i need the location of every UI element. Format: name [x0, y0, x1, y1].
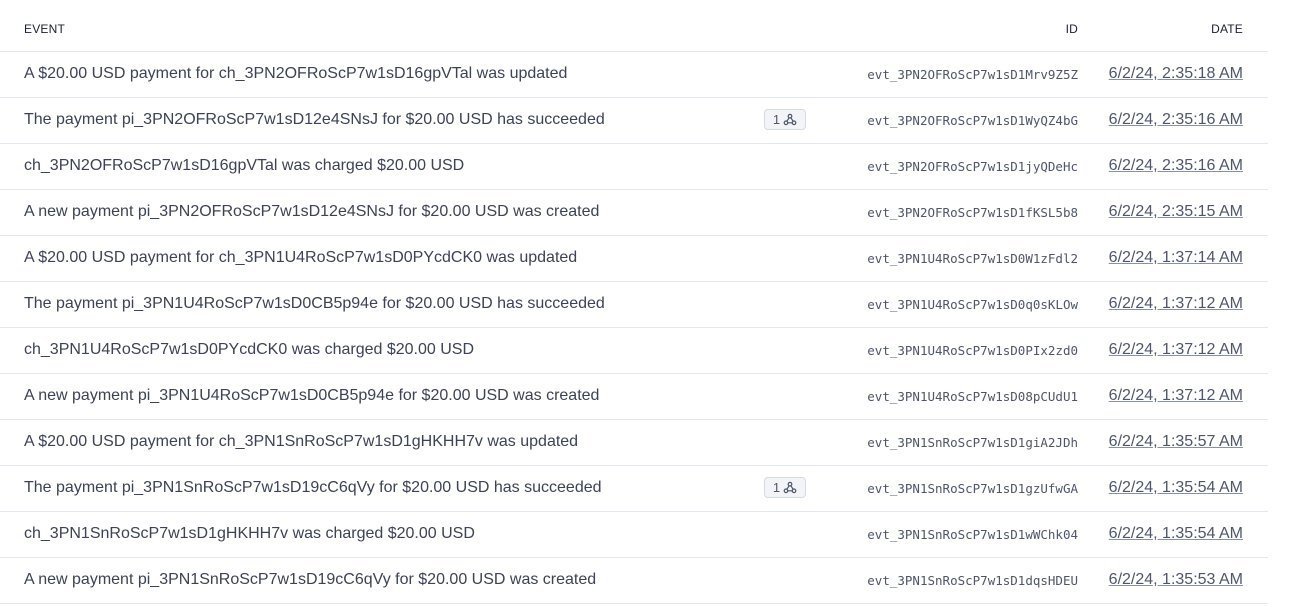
- webhook-badge[interactable]: 1: [764, 109, 806, 130]
- event-description: ch_3PN2OFRoScP7w1sD16gpVTal was charged …: [24, 157, 465, 174]
- table-row[interactable]: A new payment pi_3PN2OFRoScP7w1sD12e4SNs…: [0, 190, 1268, 236]
- event-description: The payment pi_3PN2OFRoScP7w1sD12e4SNsJ …: [24, 111, 605, 128]
- table-row[interactable]: The payment pi_3PN2OFRoScP7w1sD12e4SNsJ …: [0, 98, 1268, 144]
- event-id: evt_3PN1U4RoScP7w1sD08pCUdU1: [867, 389, 1078, 404]
- event-date-link[interactable]: 6/2/24, 1:37:12 AM: [1109, 295, 1243, 313]
- event-description: ch_3PN1SnRoScP7w1sD1gHKHH7v was charged …: [24, 525, 475, 542]
- table-row[interactable]: ch_3PN2OFRoScP7w1sD16gpVTal was charged …: [0, 144, 1268, 190]
- event-id: evt_3PN1U4RoScP7w1sD0q0sKLOw: [867, 297, 1078, 312]
- event-description: The payment pi_3PN1SnRoScP7w1sD19cC6qVy …: [24, 479, 602, 496]
- table-row[interactable]: A $20.00 USD payment for ch_3PN1SnRoScP7…: [0, 420, 1268, 466]
- event-date-link[interactable]: 6/2/24, 1:35:54 AM: [1109, 525, 1243, 543]
- table-row[interactable]: A $20.00 USD payment for ch_3PN2OFRoScP7…: [0, 52, 1268, 98]
- event-description: A $20.00 USD payment for ch_3PN1SnRoScP7…: [24, 433, 579, 450]
- event-id: evt_3PN2OFRoScP7w1sD1WyQZ4bG: [867, 113, 1078, 128]
- event-date-link[interactable]: 6/2/24, 1:37:12 AM: [1109, 341, 1243, 359]
- event-id: evt_3PN2OFRoScP7w1sD1jyQDeHc: [867, 159, 1078, 174]
- event-description: The payment pi_3PN1U4RoScP7w1sD0CB5p94e …: [24, 295, 605, 312]
- column-header-date[interactable]: DATE: [1211, 22, 1243, 36]
- column-header-event[interactable]: EVENT: [24, 22, 65, 36]
- event-id: evt_3PN1U4RoScP7w1sD0PIx2zd0: [867, 343, 1078, 358]
- event-date-link[interactable]: 6/2/24, 2:35:16 AM: [1109, 111, 1243, 129]
- event-id: evt_3PN1SnRoScP7w1sD1gzUfwGA: [867, 481, 1078, 496]
- webhook-badge[interactable]: 1: [764, 477, 806, 498]
- event-id: evt_3PN1SnRoScP7w1sD1wWChk04: [867, 527, 1078, 542]
- table-row[interactable]: ch_3PN1U4RoScP7w1sD0PYcdCK0 was charged …: [0, 328, 1268, 374]
- table-row[interactable]: A $20.00 USD payment for ch_3PN1U4RoScP7…: [0, 236, 1268, 282]
- webhook-icon: [783, 481, 797, 494]
- event-id: evt_3PN1U4RoScP7w1sD0W1zFdl2: [867, 251, 1078, 266]
- table-row[interactable]: The payment pi_3PN1U4RoScP7w1sD0CB5p94e …: [0, 282, 1268, 328]
- event-description: A new payment pi_3PN2OFRoScP7w1sD12e4SNs…: [24, 203, 600, 220]
- webhook-count: 1: [772, 112, 781, 127]
- table-row[interactable]: A new payment pi_3PN1U4RoScP7w1sD0CB5p94…: [0, 374, 1268, 420]
- webhook-count: 1: [772, 480, 781, 495]
- table-row[interactable]: ch_3PN1SnRoScP7w1sD1gHKHH7v was charged …: [0, 512, 1268, 558]
- event-date-link[interactable]: 6/2/24, 2:35:18 AM: [1109, 65, 1243, 83]
- event-id: evt_3PN2OFRoScP7w1sD1fKSL5b8: [867, 205, 1078, 220]
- column-header-id[interactable]: ID: [1066, 22, 1078, 36]
- event-date-link[interactable]: 6/2/24, 1:35:54 AM: [1109, 479, 1243, 497]
- event-date-link[interactable]: 6/2/24, 2:35:15 AM: [1109, 203, 1243, 221]
- event-description: ch_3PN1U4RoScP7w1sD0PYcdCK0 was charged …: [24, 341, 475, 358]
- event-description: A new payment pi_3PN1U4RoScP7w1sD0CB5p94…: [24, 387, 600, 404]
- table-row[interactable]: The payment pi_3PN1SnRoScP7w1sD19cC6qVy …: [0, 466, 1268, 512]
- table-body: A $20.00 USD payment for ch_3PN2OFRoScP7…: [0, 52, 1268, 604]
- event-description: A $20.00 USD payment for ch_3PN2OFRoScP7…: [24, 65, 568, 82]
- event-date-link[interactable]: 6/2/24, 1:37:14 AM: [1109, 249, 1243, 267]
- event-date-link[interactable]: 6/2/24, 2:35:16 AM: [1109, 157, 1243, 175]
- event-id: evt_3PN2OFRoScP7w1sD1Mrv9Z5Z: [867, 67, 1078, 82]
- event-description: A $20.00 USD payment for ch_3PN1U4RoScP7…: [24, 249, 578, 266]
- table-row[interactable]: A new payment pi_3PN1SnRoScP7w1sD19cC6qV…: [0, 558, 1268, 604]
- event-id: evt_3PN1SnRoScP7w1sD1giA2JDh: [867, 435, 1078, 450]
- event-date-link[interactable]: 6/2/24, 1:35:57 AM: [1109, 433, 1243, 451]
- events-table: EVENT ID DATE A $20.00 USD payment for c…: [0, 6, 1268, 604]
- table-header: EVENT ID DATE: [0, 6, 1268, 52]
- event-id: evt_3PN1SnRoScP7w1sD1dqsHDEU: [867, 573, 1078, 588]
- event-date-link[interactable]: 6/2/24, 1:37:12 AM: [1109, 387, 1243, 405]
- event-description: A new payment pi_3PN1SnRoScP7w1sD19cC6qV…: [24, 571, 597, 588]
- webhook-icon: [783, 113, 797, 126]
- event-date-link[interactable]: 6/2/24, 1:35:53 AM: [1109, 571, 1243, 589]
